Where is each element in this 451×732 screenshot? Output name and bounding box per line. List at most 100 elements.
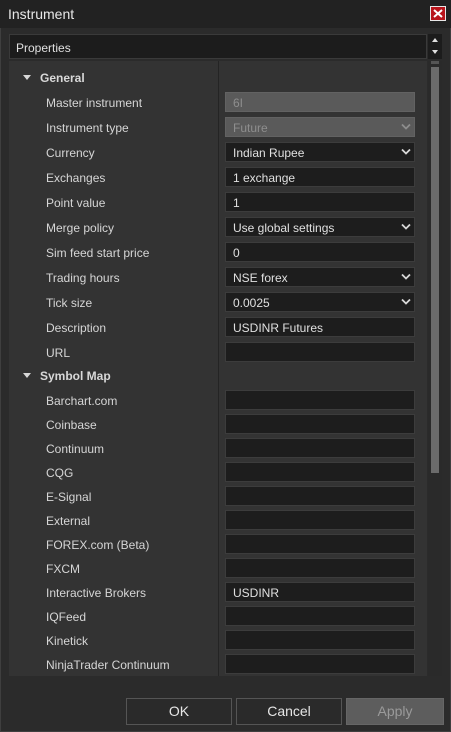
property-dropdown[interactable]: Indian Rupee xyxy=(225,142,415,162)
property-row-barchart-com: Barchart.com xyxy=(9,389,427,413)
category-general[interactable]: General xyxy=(9,67,427,89)
close-button[interactable] xyxy=(430,6,446,21)
property-input[interactable] xyxy=(225,486,415,506)
property-row-description: Description USDINR Futures xyxy=(9,316,427,340)
ok-button[interactable]: OK xyxy=(126,698,232,725)
property-row-kinetick: Kinetick xyxy=(9,629,427,653)
collapse-triangle-icon[interactable] xyxy=(23,373,31,378)
property-label: External xyxy=(46,514,91,528)
property-label: Sim feed start price xyxy=(46,246,150,260)
property-label: Trading hours xyxy=(46,271,120,285)
property-input[interactable] xyxy=(225,534,415,554)
property-label: URL xyxy=(46,346,71,360)
property-input[interactable]: USDINR xyxy=(225,582,415,602)
property-input[interactable] xyxy=(225,606,415,626)
property-row-trading-hours: Trading hours NSE forex xyxy=(9,266,427,290)
property-label: NinjaTrader Continuum xyxy=(46,658,170,672)
category-symbol-map[interactable]: Symbol Map xyxy=(9,365,427,387)
chevron-down-icon[interactable] xyxy=(401,273,411,281)
close-icon xyxy=(433,9,443,18)
property-input[interactable] xyxy=(225,414,415,434)
property-row-tick-size: Tick size 0.0025 xyxy=(9,291,427,315)
property-dropdown[interactable]: Use global settings xyxy=(225,217,415,237)
property-input: 6I xyxy=(225,92,415,112)
property-input[interactable] xyxy=(225,390,415,410)
property-row-point-value: Point value 1 xyxy=(9,191,427,215)
property-input[interactable]: USDINR Futures xyxy=(225,317,415,337)
property-label: Currency xyxy=(46,146,95,160)
property-row-master-instrument: Master instrument 6I xyxy=(9,91,427,115)
property-label: Coinbase xyxy=(46,418,97,432)
property-label: Point value xyxy=(46,196,106,210)
properties-label: Properties xyxy=(16,41,71,55)
property-row-e-signal: E-Signal xyxy=(9,485,427,509)
property-value: NSE forex xyxy=(233,271,288,285)
property-label: Merge policy xyxy=(46,221,115,235)
window-title: Instrument xyxy=(8,6,75,22)
property-input[interactable]: 1 xyxy=(225,192,415,212)
property-row-url: URL xyxy=(9,341,427,365)
property-value: 1 xyxy=(233,196,240,210)
property-row-cqg: CQG xyxy=(9,461,427,485)
chevron-down-icon[interactable] xyxy=(401,298,411,306)
property-dropdown: Future xyxy=(225,117,415,137)
property-value: USDINR Futures xyxy=(233,321,324,335)
chevron-down-icon[interactable] xyxy=(401,123,411,131)
property-input[interactable] xyxy=(225,510,415,530)
property-value: 0.0025 xyxy=(233,296,270,310)
property-row-ninjatrader-continuum: NinjaTrader Continuum xyxy=(9,653,427,676)
property-value: Use global settings xyxy=(233,221,335,235)
property-input[interactable] xyxy=(225,630,415,650)
cancel-button[interactable]: Cancel xyxy=(236,698,342,725)
collapse-triangle-icon[interactable] xyxy=(23,75,31,80)
property-row-interactive-brokers: Interactive Brokers USDINR xyxy=(9,581,427,605)
scrollbar-thumb[interactable] xyxy=(431,67,439,473)
property-value: 6I xyxy=(233,96,244,110)
chevron-down-icon[interactable] xyxy=(401,148,411,156)
property-row-merge-policy: Merge policy Use global settings xyxy=(9,216,427,240)
property-value: Future xyxy=(233,121,268,135)
property-row-currency: Currency Indian Rupee xyxy=(9,141,427,165)
property-input[interactable] xyxy=(225,654,415,674)
category-general-label: General xyxy=(40,71,85,85)
property-input[interactable] xyxy=(225,342,415,362)
apply-button[interactable]: Apply xyxy=(346,698,444,725)
property-label: Tick size xyxy=(46,296,93,310)
property-dropdown[interactable]: 0.0025 xyxy=(225,292,415,312)
scroll-up-icon[interactable] xyxy=(432,38,438,42)
property-label: Interactive Brokers xyxy=(46,586,147,600)
property-input[interactable]: 0 xyxy=(225,242,415,262)
property-value: 0 xyxy=(233,246,240,260)
property-label: Description xyxy=(46,321,107,335)
chevron-down-icon[interactable] xyxy=(401,223,411,231)
property-label: Barchart.com xyxy=(46,394,118,408)
property-row-exchanges: Exchanges 1 exchange xyxy=(9,166,427,190)
property-input[interactable] xyxy=(225,462,415,482)
property-grid: General Master instrument 6I Instrument ty… xyxy=(9,61,427,676)
property-label: FXCM xyxy=(46,562,80,576)
property-label: FOREX.com (Beta) xyxy=(46,538,150,552)
property-label: Instrument type xyxy=(46,121,129,135)
properties-header: Properties xyxy=(9,34,427,59)
property-label: Exchanges xyxy=(46,171,106,185)
property-label: Continuum xyxy=(46,442,105,456)
property-label: IQFeed xyxy=(46,610,87,624)
property-input[interactable]: 1 exchange xyxy=(225,167,415,187)
property-row-iqfeed: IQFeed xyxy=(9,605,427,629)
property-label: Master instrument xyxy=(46,96,143,110)
property-row-continuum: Continuum xyxy=(9,437,427,461)
property-label: Kinetick xyxy=(46,634,89,648)
property-value: Indian Rupee xyxy=(233,146,305,160)
property-row-instrument-type: Instrument type Future xyxy=(9,116,427,140)
property-row-sim-feed-start-price: Sim feed start price 0 xyxy=(9,241,427,265)
property-input[interactable] xyxy=(225,438,415,458)
property-row-forex-com-beta: FOREX.com (Beta) xyxy=(9,533,427,557)
scroll-down-icon[interactable] xyxy=(432,50,438,54)
property-input[interactable] xyxy=(225,558,415,578)
property-dropdown[interactable]: NSE forex xyxy=(225,267,415,287)
property-row-fxcm: FXCM xyxy=(9,557,427,581)
property-row-external: External xyxy=(9,509,427,533)
vertical-scrollbar[interactable] xyxy=(428,61,442,676)
header-scroll-arrows[interactable] xyxy=(428,34,442,59)
property-value: USDINR xyxy=(233,586,280,600)
